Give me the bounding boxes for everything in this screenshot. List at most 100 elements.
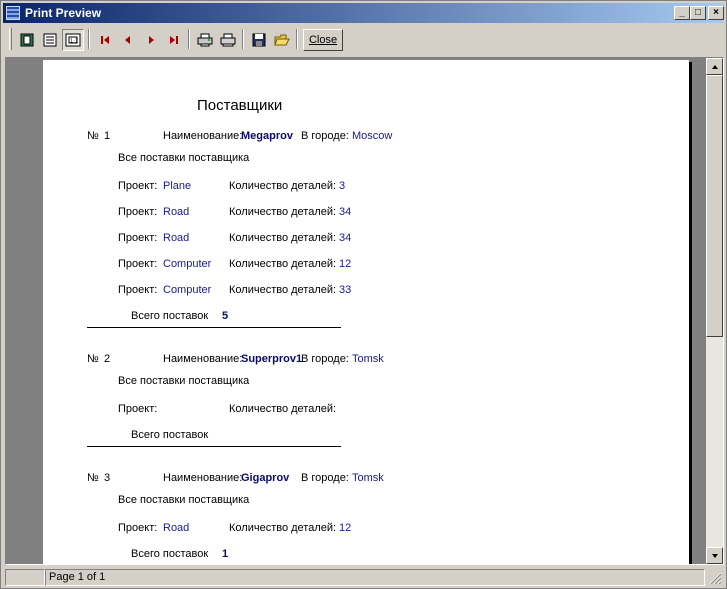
qty-label: Количество деталей:	[229, 206, 337, 218]
page-indicator: Page 1 of 1	[45, 569, 705, 586]
whole-page-button[interactable]	[16, 29, 38, 51]
app-icon	[6, 6, 20, 20]
qty-value: 33	[339, 284, 352, 296]
printer-icon	[220, 33, 236, 47]
project-value: Road	[163, 206, 190, 218]
last-page-button[interactable]	[163, 29, 185, 51]
project-value: Road	[163, 232, 190, 244]
qty-label: Количество деталей:	[229, 522, 337, 534]
toolbar-separator	[242, 29, 244, 49]
toolbar-separator	[296, 29, 298, 49]
page-shadow	[689, 62, 692, 564]
status-bar: Page 1 of 1	[3, 567, 724, 587]
resize-grip-icon[interactable]	[708, 571, 722, 585]
maximize-button[interactable]: □	[690, 6, 706, 20]
preview-area[interactable]: Поставщики № 1 Наименование: Megaprov В горо…	[5, 57, 724, 565]
qty-label: Количество деталей:	[229, 232, 337, 244]
toolbar-separator	[188, 29, 190, 49]
print-setup-button[interactable]	[194, 29, 216, 51]
supplier-number: 2	[104, 353, 111, 365]
total-deliveries-label: Всего поставок	[131, 429, 209, 441]
supplier-number-label: №	[87, 353, 99, 365]
minimize-button[interactable]: _	[674, 6, 690, 20]
supplier-number: 1	[104, 130, 111, 142]
print-preview-window: Print Preview _ □ × 1:1 Close Поставщики…	[0, 0, 727, 589]
supplier-name: Gigaprov	[241, 472, 290, 484]
previous-page-button[interactable]	[117, 29, 139, 51]
supplier-name: Megaprov	[241, 130, 293, 142]
save-report-button[interactable]	[248, 29, 270, 51]
toolbar: 1:1 Close	[3, 25, 724, 55]
supplier-name-label: Наименование:	[163, 130, 243, 142]
total-deliveries-label: Всего поставок	[131, 310, 209, 322]
deliveries-heading: Все поставки поставщика	[118, 375, 250, 387]
qty-label: Количество деталей:	[229, 284, 337, 296]
arrow-up-icon	[711, 64, 718, 69]
status-panel	[5, 569, 45, 586]
project-value: Computer	[163, 258, 212, 270]
zoom-100-button[interactable]: 1:1	[62, 29, 84, 51]
project-value: Plane	[163, 180, 192, 192]
vertical-scrollbar[interactable]	[706, 58, 723, 564]
page-width-button[interactable]	[39, 29, 61, 51]
toolbar-separator	[88, 29, 90, 49]
qty-value: 3	[339, 180, 346, 192]
window-title: Print Preview	[25, 6, 102, 20]
deliveries-heading: Все поставки поставщика	[118, 152, 250, 164]
last-page-icon	[170, 36, 178, 44]
supplier-name-label: Наименование:	[163, 472, 243, 484]
project-label: Проект:	[118, 206, 158, 218]
project-label: Проект:	[118, 403, 158, 415]
print-button[interactable]	[217, 29, 239, 51]
supplier-city-label: В городе:	[301, 353, 349, 365]
section-divider	[87, 327, 341, 328]
project-label: Проект:	[118, 232, 158, 244]
scroll-down-button[interactable]	[706, 547, 723, 564]
previous-page-icon	[125, 36, 130, 44]
arrow-down-icon	[711, 553, 718, 558]
deliveries-heading: Все поставки поставщика	[118, 494, 250, 506]
total-deliveries-value: 1	[222, 548, 229, 560]
qty-value: 34	[339, 206, 352, 218]
project-label: Проект:	[118, 522, 158, 534]
open-folder-icon	[274, 34, 290, 46]
project-label: Проект:	[118, 284, 158, 296]
scroll-thumb[interactable]	[706, 75, 723, 337]
supplier-number-label: №	[87, 472, 99, 484]
project-value: Road	[163, 522, 190, 534]
scroll-up-button[interactable]	[706, 58, 723, 75]
project-label: Проект:	[118, 258, 158, 270]
first-page-button[interactable]	[94, 29, 116, 51]
page-width-icon	[43, 33, 57, 47]
title-bar[interactable]: Print Preview _ □ ×	[3, 3, 724, 23]
next-page-icon	[149, 36, 154, 44]
supplier-city-label: В городе:	[301, 130, 349, 142]
qty-value: 12	[339, 522, 352, 534]
total-deliveries-value: 5	[222, 310, 229, 322]
next-page-button[interactable]	[140, 29, 162, 51]
total-deliveries-label: Всего поставок	[131, 548, 209, 560]
whole-page-icon	[20, 33, 34, 47]
svg-text:1:1: 1:1	[70, 39, 78, 45]
close-preview-button[interactable]: Close	[303, 29, 343, 51]
supplier-city: Moscow	[352, 130, 393, 142]
zoom-100-icon: 1:1	[65, 33, 81, 47]
project-value: Computer	[163, 284, 212, 296]
supplier-number: 3	[104, 472, 111, 484]
qty-label: Количество деталей:	[229, 403, 337, 415]
report-page: Поставщики № 1 Наименование: Megaprov В горо…	[43, 60, 689, 564]
floppy-disk-icon	[252, 33, 266, 47]
supplier-name-label: Наименование:	[163, 353, 243, 365]
first-page-icon	[101, 36, 109, 44]
print-setup-icon	[197, 33, 213, 47]
qty-value: 34	[339, 232, 352, 244]
supplier-city: Tomsk	[352, 353, 384, 365]
open-report-button[interactable]	[271, 29, 293, 51]
close-window-button[interactable]: ×	[708, 6, 724, 20]
supplier-name: Superprov1	[241, 353, 303, 365]
supplier-city-label: В городе:	[301, 472, 349, 484]
toolbar-grip[interactable]	[9, 28, 12, 50]
report-title: Поставщики	[197, 97, 283, 114]
project-label: Проект:	[118, 180, 158, 192]
section-divider	[87, 446, 341, 447]
